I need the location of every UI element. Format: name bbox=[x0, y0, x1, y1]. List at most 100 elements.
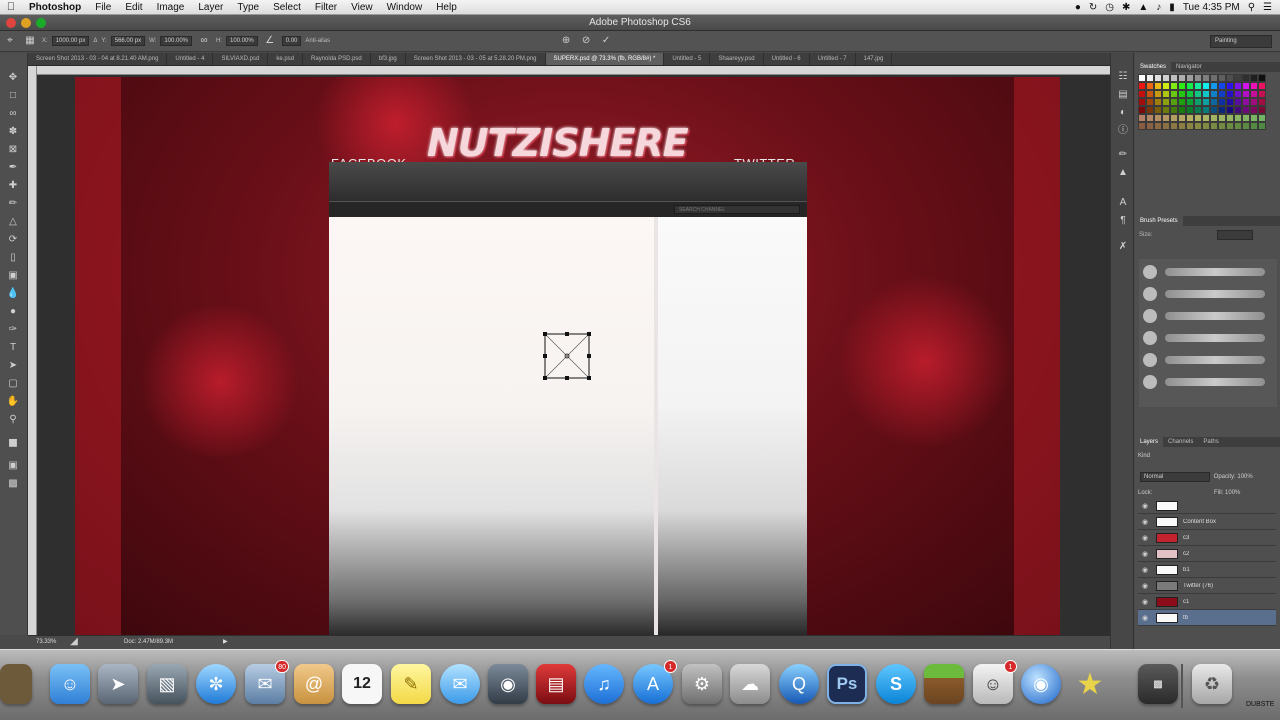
menu-view[interactable]: View bbox=[344, 2, 380, 13]
menu-filter[interactable]: Filter bbox=[308, 2, 344, 13]
color-swatch[interactable] bbox=[1226, 98, 1234, 106]
wifi-icon[interactable]: ▲ bbox=[1138, 2, 1148, 13]
color-swatch[interactable] bbox=[1202, 82, 1210, 90]
tab-channels[interactable]: Channels bbox=[1163, 439, 1198, 445]
color-swatch[interactable] bbox=[1202, 122, 1210, 130]
tab-brush-presets[interactable]: Brush Presets bbox=[1135, 216, 1183, 226]
color-swatch[interactable] bbox=[1218, 114, 1226, 122]
color-swatch[interactable] bbox=[1146, 98, 1154, 106]
width-percent-field[interactable]: 100.00% bbox=[160, 36, 193, 46]
color-swatch[interactable] bbox=[1170, 122, 1178, 130]
layer-row[interactable]: ◉ c3 bbox=[1138, 530, 1276, 546]
photo-booth-icon[interactable]: ▤ bbox=[536, 664, 576, 704]
color-swatch[interactable] bbox=[1186, 98, 1194, 106]
color-swatch[interactable] bbox=[1178, 106, 1186, 114]
color-swatch[interactable] bbox=[1258, 82, 1266, 90]
menu-help[interactable]: Help bbox=[429, 2, 464, 13]
layer-name[interactable]: c2 bbox=[1183, 551, 1189, 557]
zoom-tool-icon[interactable]: ⚲ bbox=[5, 413, 21, 427]
color-swatch[interactable] bbox=[1146, 114, 1154, 122]
automator-icon[interactable]: ☺ 1 bbox=[973, 660, 1017, 704]
brush-preset[interactable] bbox=[1165, 378, 1265, 386]
color-swatch[interactable] bbox=[1194, 98, 1202, 106]
color-swatch[interactable] bbox=[1178, 114, 1186, 122]
color-swatch[interactable] bbox=[1170, 98, 1178, 106]
color-swatch[interactable] bbox=[1138, 90, 1146, 98]
color-swatch[interactable] bbox=[1162, 114, 1170, 122]
menubar-clock[interactable]: Tue 4:35 PM bbox=[1183, 2, 1240, 13]
layer-row[interactable]: ◉ Twitter (76) bbox=[1138, 578, 1276, 594]
color-swatch[interactable] bbox=[1138, 98, 1146, 106]
color-swatch[interactable] bbox=[1154, 82, 1162, 90]
finder-icon[interactable]: ☺ bbox=[50, 664, 90, 704]
color-swatch[interactable] bbox=[1186, 114, 1194, 122]
color-swatch[interactable] bbox=[1194, 90, 1202, 98]
height-percent-field[interactable]: 100.00% bbox=[226, 36, 258, 46]
layer-name[interactable]: Content Box bbox=[1183, 519, 1216, 525]
height-field[interactable]: 566.00 px bbox=[110, 36, 146, 46]
color-panel-icon[interactable]: ▤ bbox=[1117, 89, 1129, 101]
color-swatch[interactable] bbox=[1218, 74, 1226, 82]
color-swatch[interactable] bbox=[1242, 90, 1250, 98]
brush-preset[interactable] bbox=[1143, 265, 1157, 279]
color-swatch[interactable] bbox=[1226, 106, 1234, 114]
crop-tool-icon[interactable]: ⊠ bbox=[5, 143, 21, 157]
star-icon[interactable]: ★ bbox=[1070, 664, 1110, 704]
color-swatch[interactable] bbox=[1202, 106, 1210, 114]
color-swatch[interactable] bbox=[1250, 82, 1258, 90]
color-swatch[interactable] bbox=[1242, 74, 1250, 82]
menu-select[interactable]: Select bbox=[266, 2, 308, 13]
color-swatch[interactable] bbox=[1138, 82, 1146, 90]
brush-size-field[interactable] bbox=[1217, 230, 1253, 240]
tool-presets-panel-icon[interactable]: ✗ bbox=[1117, 241, 1129, 253]
history-brush-tool-icon[interactable]: ⟳ bbox=[5, 233, 21, 247]
blur-tool-icon[interactable]: 💧 bbox=[5, 287, 21, 301]
color-swatch[interactable] bbox=[1234, 74, 1242, 82]
width-field[interactable]: 1000.00 px bbox=[51, 36, 90, 46]
color-swatch[interactable] bbox=[1226, 122, 1234, 130]
layer-name[interactable]: fb bbox=[1183, 615, 1188, 621]
downloads-stack-icon[interactable]: ▩ bbox=[1138, 664, 1178, 704]
layer-name[interactable]: c1 bbox=[1183, 599, 1189, 605]
color-swatch[interactable] bbox=[1234, 90, 1242, 98]
document-canvas[interactable]: NUTZISHERE FACEBOOK TWITTER SEARCH CHANN… bbox=[75, 77, 1060, 635]
doc-tab[interactable]: Untitled - 4 bbox=[167, 53, 214, 65]
safari-icon[interactable]: ✼ bbox=[196, 664, 236, 704]
spotlight-icon[interactable]: ⚲ bbox=[1248, 2, 1255, 13]
color-swatch[interactable] bbox=[1154, 90, 1162, 98]
color-swatch[interactable] bbox=[1250, 106, 1258, 114]
browser-globe-icon[interactable]: ◉ bbox=[1021, 664, 1061, 704]
color-swatch[interactable] bbox=[1242, 98, 1250, 106]
brush-preset[interactable] bbox=[1143, 287, 1157, 301]
quick-mask-icon[interactable]: ▣ bbox=[5, 459, 21, 473]
preview-icon[interactable]: ☁ bbox=[730, 664, 770, 704]
layer-row[interactable]: ◉ Content Box bbox=[1138, 514, 1276, 530]
color-swatch[interactable] bbox=[1194, 106, 1202, 114]
color-swatch[interactable] bbox=[1258, 106, 1266, 114]
color-swatch[interactable] bbox=[1138, 74, 1146, 82]
skype-dock-icon[interactable]: S bbox=[876, 664, 916, 704]
color-swatch[interactable] bbox=[1226, 114, 1234, 122]
healing-tool-icon[interactable]: ✚ bbox=[5, 179, 21, 193]
color-swatch[interactable] bbox=[1210, 82, 1218, 90]
messages-icon[interactable]: ✉ bbox=[440, 664, 480, 704]
sync-icon[interactable]: ↻ bbox=[1089, 2, 1097, 13]
character-panel-icon[interactable]: A bbox=[1117, 197, 1129, 209]
angle-field[interactable]: 0.00 bbox=[281, 36, 302, 46]
info-panel-icon[interactable]: ⓘ bbox=[1117, 125, 1129, 137]
color-swatch[interactable] bbox=[1138, 114, 1146, 122]
ruler-horizontal[interactable] bbox=[28, 66, 1110, 75]
layer-row[interactable]: ◉ c1 bbox=[1138, 594, 1276, 610]
color-swatch[interactable] bbox=[1226, 90, 1234, 98]
free-transform-handles[interactable] bbox=[543, 332, 591, 380]
menu-window[interactable]: Window bbox=[380, 2, 430, 13]
quick-select-tool-icon[interactable]: ✽ bbox=[5, 125, 21, 139]
color-swatch[interactable] bbox=[1234, 114, 1242, 122]
doc-tab-active[interactable]: SUPERX.psd @ 73.3% (fb, RGB/8#) * bbox=[545, 53, 665, 65]
color-swatch[interactable] bbox=[1258, 122, 1266, 130]
doc-tab[interactable]: Raynolda PSD.psd bbox=[303, 53, 371, 65]
workspace-select[interactable]: Painting bbox=[1210, 35, 1272, 48]
color-swatch[interactable] bbox=[1210, 98, 1218, 106]
color-swatch[interactable] bbox=[1154, 106, 1162, 114]
visibility-eye-icon[interactable]: ◉ bbox=[1138, 534, 1152, 542]
